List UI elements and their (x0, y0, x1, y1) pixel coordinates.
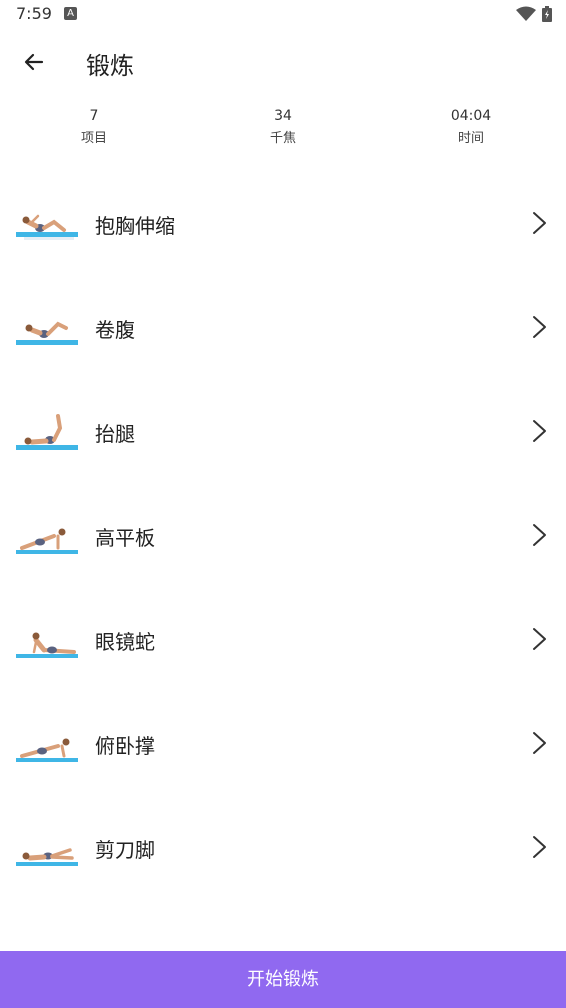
exercise-thumbnail (16, 848, 78, 866)
status-icons (516, 6, 552, 22)
battery-icon (542, 6, 552, 22)
page-title: 锻炼 (86, 52, 134, 80)
exercise-thumbnail (16, 632, 78, 658)
stat-items: 7 项目 (34, 104, 154, 150)
stat-energy-label: 千焦 (269, 131, 296, 146)
stat-energy: 34 千焦 (223, 104, 343, 150)
exercise-label: 眼镜蛇 (95, 630, 155, 654)
exercise-thumbnail (16, 528, 78, 554)
exercise-thumbnail (16, 321, 78, 345)
chevron-right-icon (533, 420, 546, 442)
chevron-right-icon (533, 212, 546, 234)
notification-a-icon: A (64, 7, 77, 20)
stat-energy-value: 34 (274, 108, 292, 124)
exercise-label: 剪刀脚 (95, 838, 155, 862)
workout-stats: 7 项目 34 千焦 04:04 时间 (0, 104, 566, 164)
stat-duration: 04:04 时间 (411, 104, 531, 150)
exercise-label: 抱胸伸缩 (95, 214, 175, 238)
wifi-icon (516, 6, 536, 21)
exercise-thumbnail (16, 414, 78, 450)
chevron-right-icon (533, 316, 546, 338)
stat-items-label: 项目 (80, 131, 107, 146)
exercise-row-scissor-kick[interactable]: 剪刀脚 (0, 796, 566, 900)
exercise-label: 高平板 (95, 526, 155, 550)
stat-items-value: 7 (89, 108, 99, 124)
exercise-label: 卷腹 (95, 318, 135, 342)
app-bar: 锻炼 (0, 28, 566, 96)
chevron-right-icon (533, 524, 546, 546)
start-workout-button[interactable]: 开始锻炼 (0, 951, 566, 1008)
exercise-thumbnail (16, 738, 78, 762)
exercise-list: 抱胸伸缩 卷腹 抬腿 高平板 眼镜蛇 俯卧撑 剪刀脚 (0, 172, 566, 900)
status-bar: 7:59 A (0, 0, 566, 28)
exercise-label: 俯卧撑 (95, 734, 155, 758)
exercise-row-high-plank[interactable]: 高平板 (0, 484, 566, 588)
exercise-label: 抬腿 (95, 422, 135, 446)
exercise-thumbnail (16, 214, 78, 240)
stat-duration-value: 04:04 (450, 108, 492, 124)
exercise-row-leg-raise[interactable]: 抬腿 (0, 380, 566, 484)
exercise-row-cobra[interactable]: 眼镜蛇 (0, 588, 566, 692)
arrow-left-icon (24, 53, 44, 71)
chevron-right-icon (533, 836, 546, 858)
status-time: 7:59 (16, 4, 52, 23)
chevron-right-icon (533, 628, 546, 650)
exercise-row-push-up[interactable]: 俯卧撑 (0, 692, 566, 796)
stat-duration-label: 时间 (457, 131, 484, 146)
back-button[interactable] (14, 42, 54, 82)
chevron-right-icon (533, 732, 546, 754)
exercise-row-crunch[interactable]: 卷腹 (0, 276, 566, 380)
exercise-row-chest-crunch[interactable]: 抱胸伸缩 (0, 172, 566, 276)
